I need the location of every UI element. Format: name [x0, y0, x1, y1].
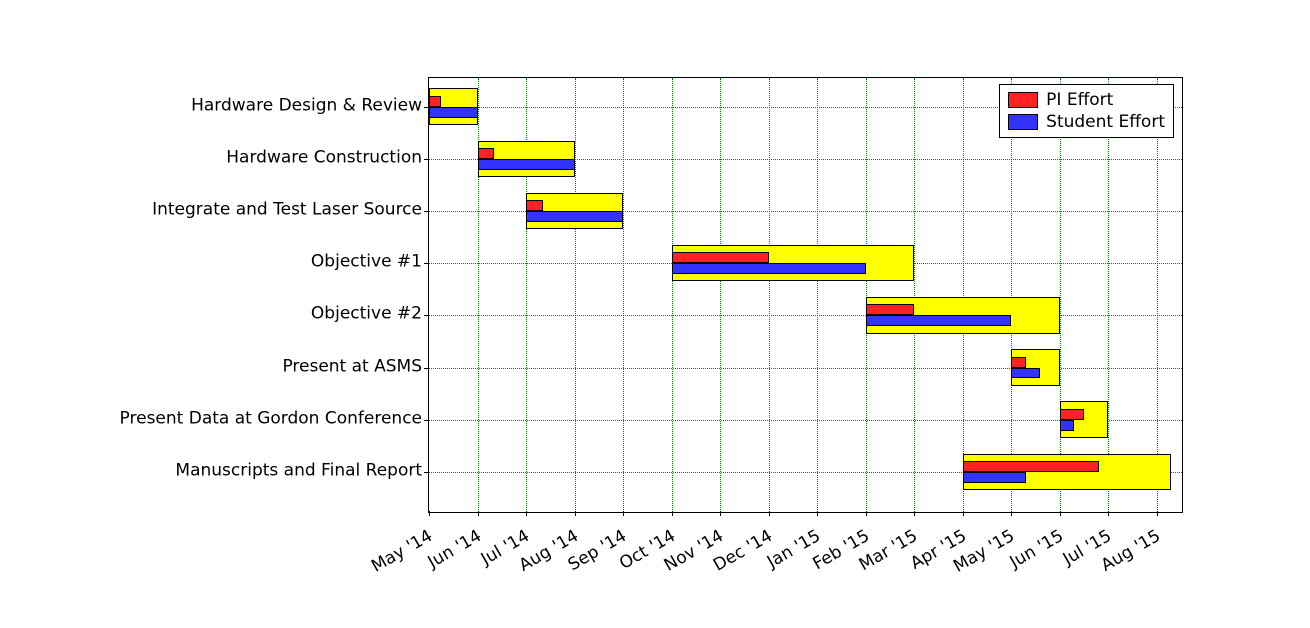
y-tick-label: Present at ASMS — [0, 358, 422, 375]
x-tick-label: Jun '15 — [1006, 526, 1066, 572]
task-bar-student — [478, 159, 575, 170]
y-tick-label: Hardware Construction — [0, 149, 422, 166]
legend-entry-student: Student Effort — [1008, 111, 1165, 133]
task-bar-pi — [866, 304, 915, 315]
y-tick-label: Integrate and Test Laser Source — [0, 202, 422, 219]
y-tick-label: Present Data at Gordon Conference — [0, 410, 422, 427]
x-tick-label: Jun '14 — [424, 526, 484, 572]
legend-entry-pi: PI Effort — [1008, 89, 1165, 111]
y-tick-label: Manuscripts and Final Report — [0, 462, 422, 479]
legend-label-pi: PI Effort — [1046, 90, 1113, 110]
legend-swatch-pi — [1008, 92, 1038, 108]
task-bar-student — [526, 211, 623, 222]
x-axis-labels: May '14Jun '14Jul '14Aug '14Sep '14Oct '… — [428, 520, 1183, 600]
legend-label-student: Student Effort — [1046, 112, 1165, 132]
y-tick-label: Hardware Design & Review — [0, 97, 422, 114]
y-tick-label: Objective #2 — [0, 306, 422, 323]
task-bar-pi — [1060, 409, 1084, 420]
plot-area: PI Effort Student Effort — [428, 77, 1183, 513]
y-axis-labels: Hardware Design & Review Hardware Constru… — [0, 77, 422, 513]
task-bar-student — [429, 107, 478, 118]
task-bar-pi — [526, 200, 543, 211]
legend: PI Effort Student Effort — [999, 84, 1174, 138]
task-bar-student — [672, 263, 866, 274]
chart-canvas: Hardware Design & Review Hardware Constru… — [0, 0, 1310, 628]
task-bar-pi — [672, 252, 769, 263]
y-tick-label: Objective #1 — [0, 254, 422, 271]
task-bar-pi — [963, 461, 1099, 472]
legend-swatch-student — [1008, 114, 1038, 130]
task-bar-student — [866, 315, 1012, 326]
task-bar-student — [963, 472, 1026, 483]
task-bar-pi — [429, 96, 441, 107]
task-bar-student — [1011, 368, 1040, 379]
task-bar-pi — [1011, 357, 1026, 368]
task-bar-student — [1060, 420, 1075, 431]
x-tick-label: May '14 — [368, 526, 436, 577]
task-bar-pi — [478, 148, 495, 159]
